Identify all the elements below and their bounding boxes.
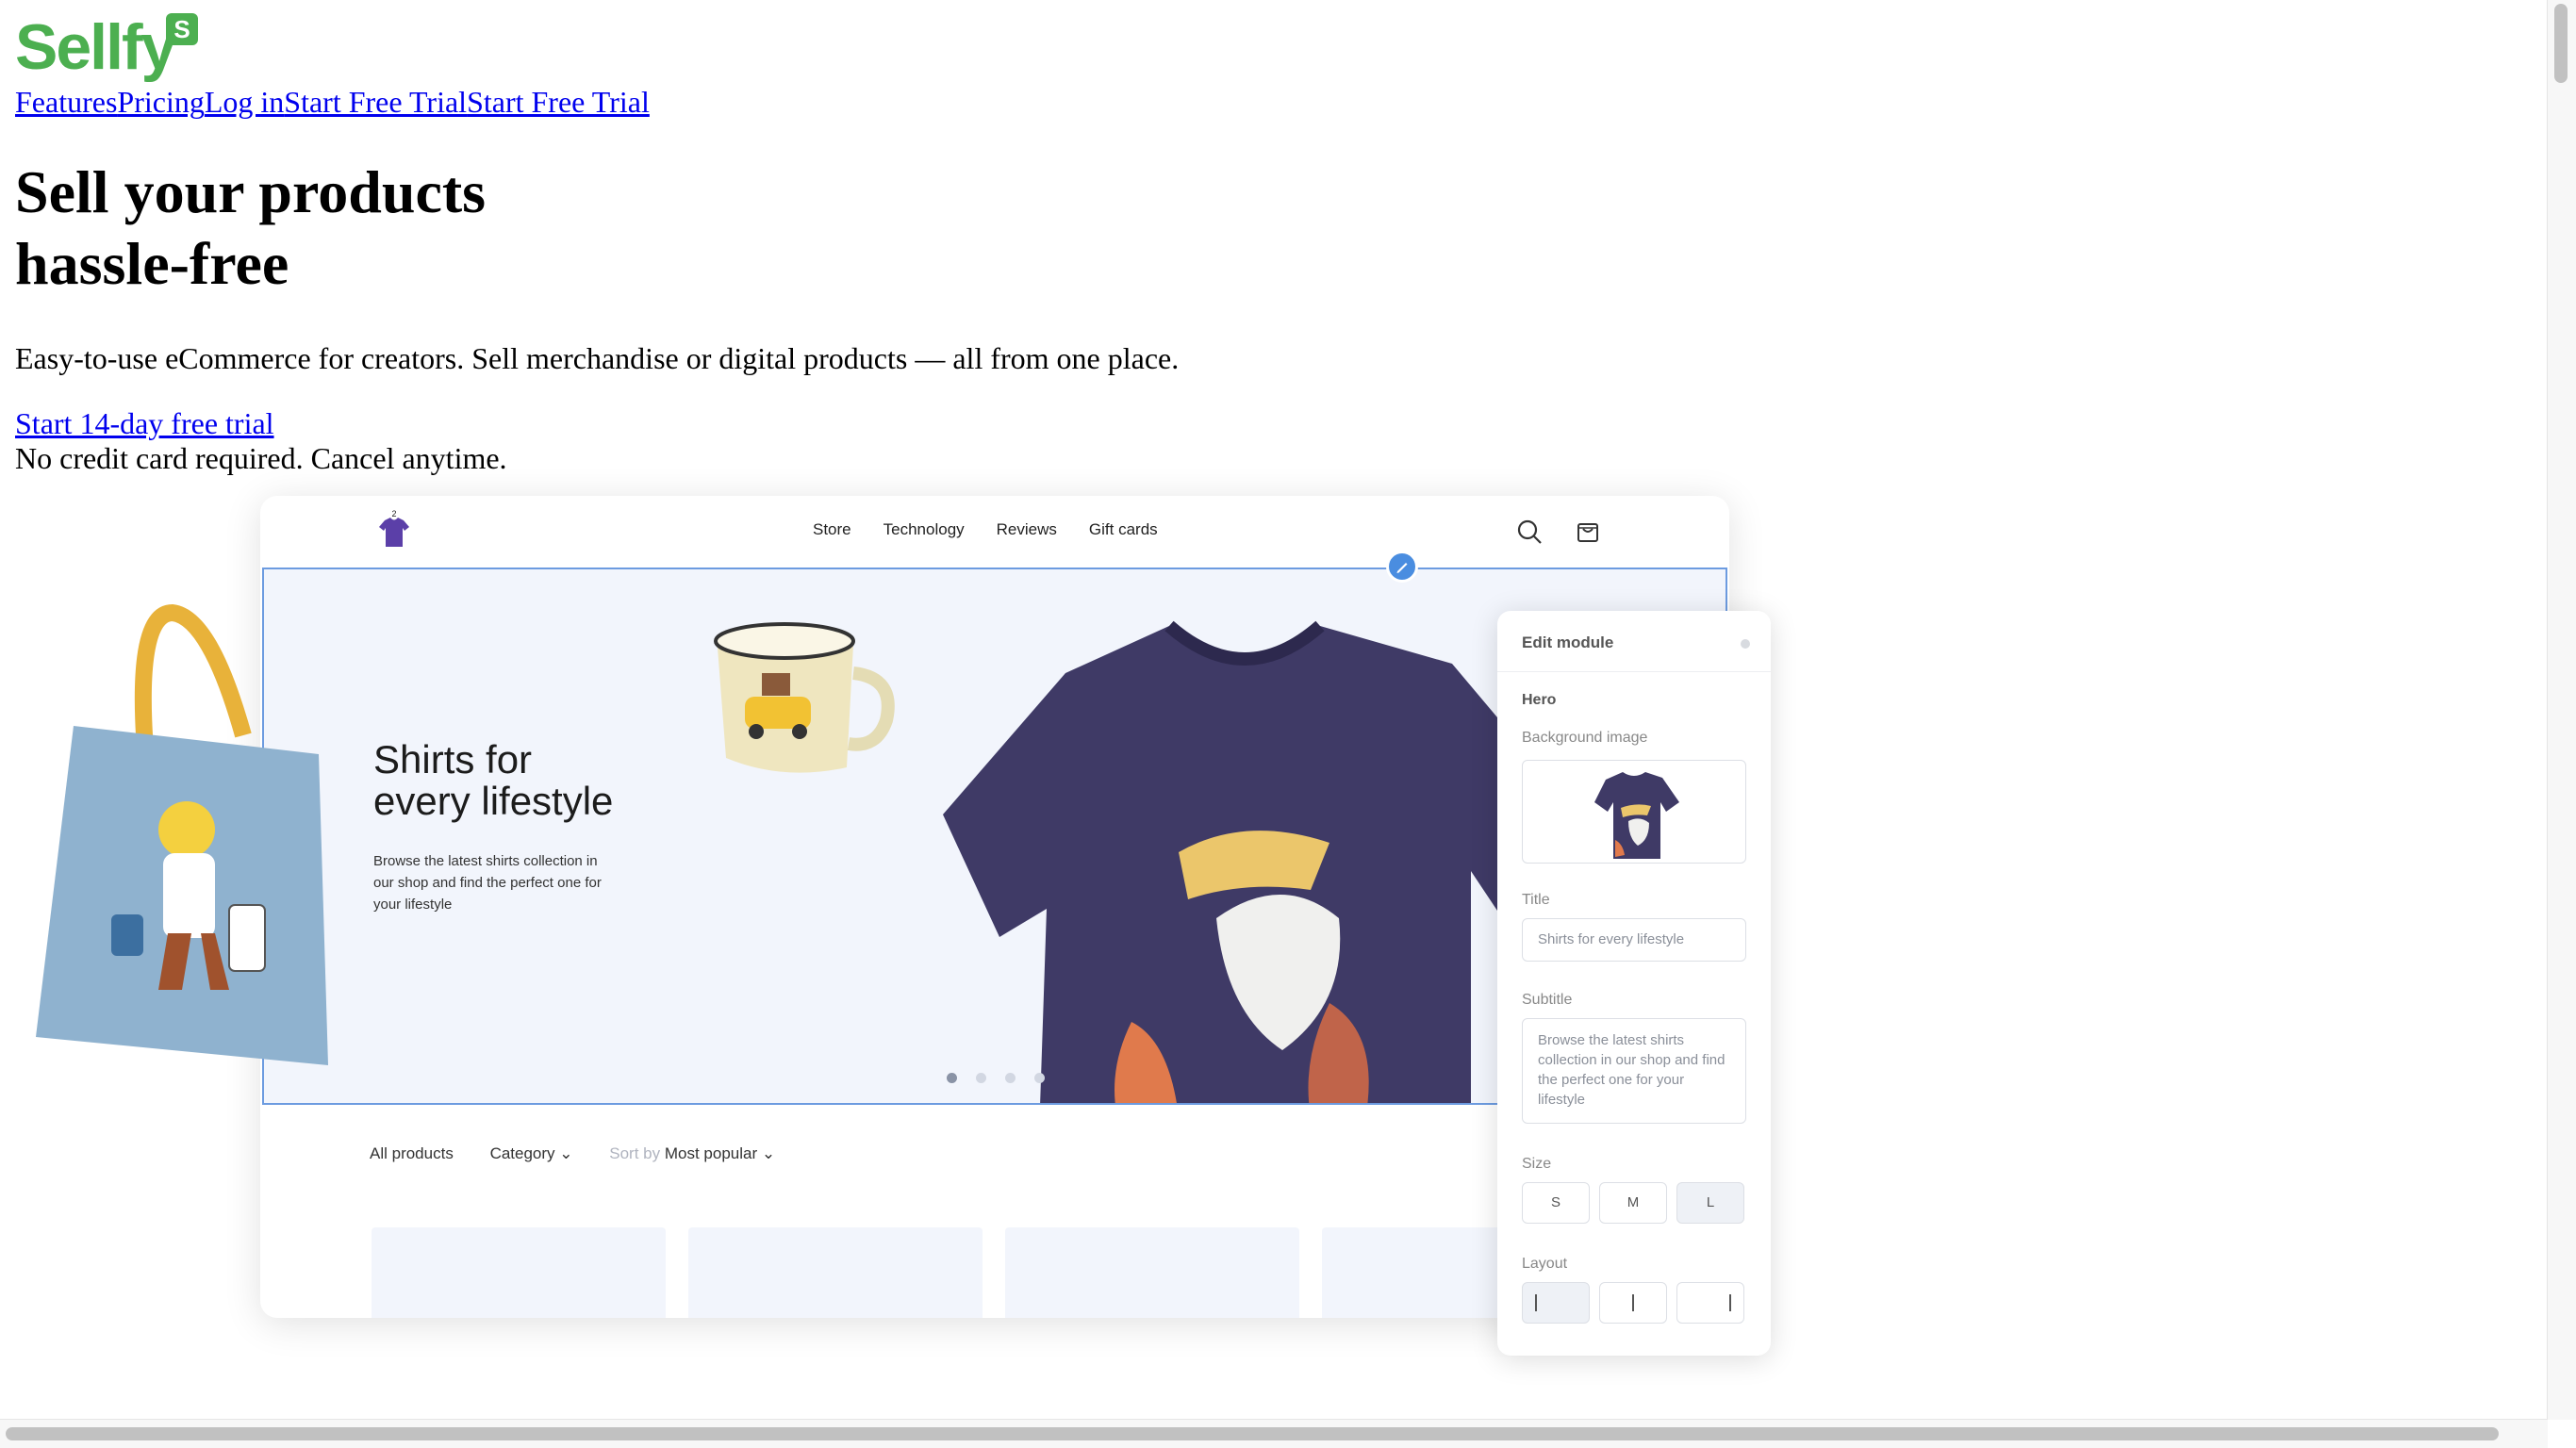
- carousel-dot[interactable]: [976, 1073, 986, 1083]
- layout-options: [1522, 1282, 1754, 1324]
- cart-icon[interactable]: [1573, 517, 1603, 547]
- page-headline: Sell your products hassle-free: [15, 156, 486, 300]
- product-card[interactable]: [372, 1227, 666, 1318]
- mockup-navbar: 2 Store Technology Reviews Gift cards: [260, 496, 1729, 568]
- edit-pencil-icon[interactable]: [1386, 551, 1418, 583]
- nav-start-trial-link-2[interactable]: Start Free Trial: [467, 85, 650, 119]
- carousel-dot[interactable]: [947, 1073, 957, 1083]
- nav-start-trial-link[interactable]: Start Free Trial: [284, 85, 467, 119]
- chevron-down-icon: ⌄: [559, 1144, 573, 1162]
- mockup-nav-reviews[interactable]: Reviews: [997, 520, 1057, 538]
- background-thumbnail-icon: [1594, 772, 1679, 859]
- subtitle-textarea[interactable]: Browse the latest shirts collection in o…: [1522, 1018, 1746, 1124]
- nav-pricing-link[interactable]: Pricing: [117, 85, 204, 119]
- logo-badge: S: [166, 13, 198, 45]
- carousel-dots[interactable]: [947, 1071, 1064, 1088]
- background-image-label: Background image: [1522, 730, 1648, 746]
- nav-login-link[interactable]: Log in: [205, 85, 284, 119]
- background-image-picker[interactable]: [1522, 760, 1746, 864]
- panel-title: Edit module: [1522, 634, 1614, 651]
- sort-dropdown[interactable]: Sort by Most popular ⌄: [609, 1144, 775, 1163]
- vertical-scroll-thumb[interactable]: [2554, 4, 2568, 83]
- carousel-dot[interactable]: [1034, 1073, 1045, 1083]
- layout-left-button[interactable]: [1522, 1282, 1590, 1324]
- mockup-hero-subtitle: Browse the latest shirts collection in o…: [373, 853, 602, 913]
- mockup-nav-store[interactable]: Store: [813, 520, 851, 538]
- logo-text: Sellfy: [15, 11, 176, 83]
- mockup-hero-title: Shirts for every lifestyle: [373, 739, 613, 822]
- all-products-filter[interactable]: All products: [370, 1144, 454, 1163]
- vertical-scrollbar[interactable]: [2547, 0, 2576, 1420]
- tote-bag-image: [8, 594, 366, 1103]
- logo-badge-number: 2: [391, 509, 396, 518]
- category-label: Category: [489, 1144, 555, 1162]
- mockup-nav-technology[interactable]: Technology: [883, 520, 965, 538]
- align-center-icon: [1632, 1294, 1634, 1311]
- trial-note: No credit card required. Cancel anytime.: [15, 441, 507, 475]
- mockup-hero-title-line-1: Shirts for: [373, 737, 533, 782]
- size-options: SML: [1522, 1182, 1754, 1224]
- headline-line-2: hassle-free: [15, 230, 289, 297]
- sort-by-label: Sort by: [609, 1144, 661, 1162]
- tshirt-logo-icon: 2: [372, 509, 417, 554]
- horizontal-scroll-thumb[interactable]: [6, 1427, 2499, 1440]
- hero-subtitle: Easy-to-use eCommerce for creators. Sell…: [15, 341, 1180, 375]
- nav-features-link[interactable]: Features: [15, 85, 117, 119]
- product-card[interactable]: [1005, 1227, 1299, 1318]
- mug-image: [698, 607, 905, 796]
- mockup-nav-links: Store Technology Reviews Gift cards: [813, 520, 1190, 539]
- product-card[interactable]: [688, 1227, 983, 1318]
- horizontal-scrollbar[interactable]: [0, 1419, 2548, 1448]
- sort-value: Most popular: [664, 1144, 758, 1162]
- layout-center-button[interactable]: [1599, 1282, 1667, 1324]
- mockup-filters: All products Category ⌄ Sort by Most pop…: [370, 1144, 807, 1163]
- size-m-button[interactable]: M: [1599, 1182, 1667, 1224]
- title-input[interactable]: Shirts for every lifestyle: [1522, 918, 1746, 962]
- layout-label: Layout: [1522, 1256, 1568, 1272]
- align-left-icon: [1535, 1294, 1537, 1311]
- panel-close-dot-icon[interactable]: [1741, 639, 1750, 649]
- size-s-button[interactable]: S: [1522, 1182, 1590, 1224]
- product-grid: [372, 1227, 1639, 1318]
- panel-divider: [1497, 671, 1771, 672]
- size-l-button[interactable]: L: [1676, 1182, 1744, 1224]
- carousel-dot[interactable]: [1005, 1073, 1016, 1083]
- headline-line-1: Sell your products: [15, 158, 487, 225]
- chevron-down-icon: ⌄: [761, 1144, 776, 1162]
- main-nav: FeaturesPricingLog inStart Free TrialSta…: [15, 81, 650, 123]
- mockup-hero-title-line-2: every lifestyle: [373, 779, 614, 823]
- sellfy-logo[interactable]: Sellfy S: [15, 13, 213, 81]
- size-label: Size: [1522, 1156, 1552, 1172]
- edit-module-panel: Edit module Hero Background image Title …: [1497, 611, 1771, 1356]
- align-right-icon: [1729, 1294, 1731, 1311]
- title-label: Title: [1522, 892, 1550, 908]
- mockup-nav-gift-cards[interactable]: Gift cards: [1089, 520, 1158, 538]
- panel-section-title: Hero: [1522, 692, 1557, 708]
- search-icon[interactable]: [1514, 517, 1544, 547]
- category-dropdown[interactable]: Category ⌄: [490, 1144, 573, 1163]
- subtitle-label: Subtitle: [1522, 992, 1573, 1008]
- layout-right-button[interactable]: [1676, 1282, 1744, 1324]
